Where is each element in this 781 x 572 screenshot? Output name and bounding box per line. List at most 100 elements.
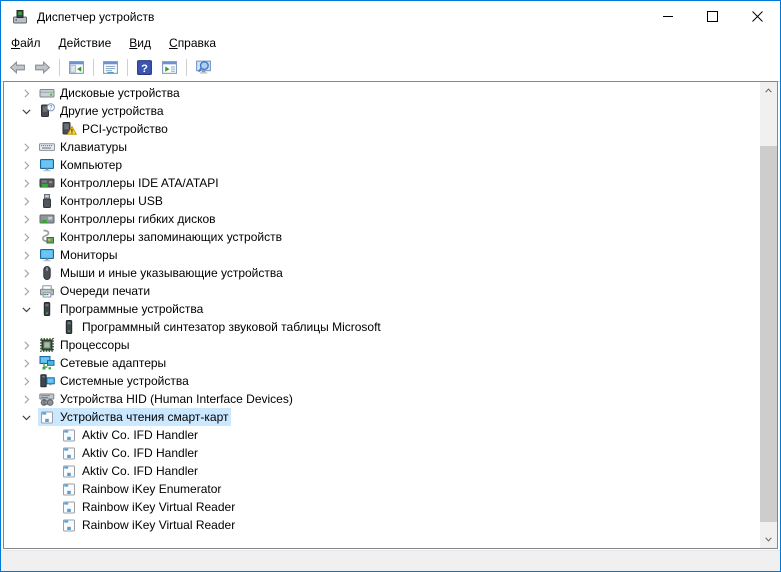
- show-action-pane-button[interactable]: [157, 56, 182, 79]
- forward-button[interactable]: [30, 56, 55, 79]
- tree-item[interactable]: Дисковые устройства: [4, 84, 760, 102]
- twisty-spacer: [40, 517, 56, 533]
- tree-item[interactable]: Программный синтезатор звуковой таблицы …: [4, 318, 760, 336]
- device-manager-icon: [12, 9, 28, 25]
- device-tree-panel: Дисковые устройства Другие устройства PC…: [3, 81, 778, 549]
- twisty-spacer: [40, 319, 56, 335]
- tree-item[interactable]: Мыши и иные указывающие устройства: [4, 264, 760, 282]
- chevron-right-icon[interactable]: [18, 373, 34, 389]
- chevron-right-icon[interactable]: [18, 211, 34, 227]
- scan-hardware-icon: [195, 59, 212, 76]
- close-icon: [752, 11, 763, 22]
- help-icon: [136, 59, 153, 76]
- chevron-right-icon[interactable]: [18, 283, 34, 299]
- tree-item[interactable]: Мониторы: [4, 246, 760, 264]
- chevron-down-icon[interactable]: [18, 103, 34, 119]
- menu-file[interactable]: Файл: [2, 33, 50, 53]
- minimize-button[interactable]: [645, 1, 690, 32]
- scrollbar-thumb[interactable]: [760, 146, 777, 522]
- status-bar: [1, 550, 780, 571]
- twisty-spacer: [40, 445, 56, 461]
- tree-item[interactable]: Компьютер: [4, 156, 760, 174]
- console-tree-icon: [68, 59, 85, 76]
- chevron-right-icon[interactable]: [18, 157, 34, 173]
- chevron-right-icon[interactable]: [18, 247, 34, 263]
- tree-item[interactable]: Сетевые адаптеры: [4, 354, 760, 372]
- title-bar: Диспетчер устройств: [1, 1, 780, 32]
- maximize-button[interactable]: [690, 1, 735, 32]
- chevron-down-icon[interactable]: [18, 301, 34, 317]
- smartcard-reader-icon: [61, 463, 77, 479]
- tree-item[interactable]: Aktiv Co. IFD Handler: [4, 426, 760, 444]
- back-icon: [9, 59, 26, 76]
- tree-item[interactable]: Aktiv Co. IFD Handler: [4, 462, 760, 480]
- tree-item[interactable]: Контроллеры запоминающих устройств: [4, 228, 760, 246]
- smartcard-reader-icon: [61, 517, 77, 533]
- chevron-right-icon[interactable]: [18, 229, 34, 245]
- printer-icon: [39, 283, 55, 299]
- tree-item[interactable]: Очереди печати: [4, 282, 760, 300]
- tree-item[interactable]: Контроллеры IDE ATA/ATAPI: [4, 174, 760, 192]
- tree-item[interactable]: Системные устройства: [4, 372, 760, 390]
- tree-item[interactable]: Процессоры: [4, 336, 760, 354]
- mouse-icon: [39, 265, 55, 281]
- tree-item[interactable]: Клавиатуры: [4, 138, 760, 156]
- chevron-right-icon[interactable]: [18, 85, 34, 101]
- chevron-down-icon[interactable]: [18, 409, 34, 425]
- tree-item[interactable]: Rainbow iKey Virtual Reader: [4, 516, 760, 534]
- tree-item-selected[interactable]: Устройства чтения смарт-карт: [4, 408, 760, 426]
- software-device-icon: [61, 319, 77, 335]
- disk-drive-icon: [39, 85, 55, 101]
- twisty-spacer: [40, 499, 56, 515]
- tree-item[interactable]: Другие устройства: [4, 102, 760, 120]
- toolbar: [1, 54, 780, 82]
- warning-device-icon: [61, 121, 77, 137]
- twisty-spacer: [40, 121, 56, 137]
- action-pane-icon: [161, 59, 178, 76]
- twisty-spacer: [40, 427, 56, 443]
- tree-item[interactable]: Программные устройства: [4, 300, 760, 318]
- chevron-right-icon[interactable]: [18, 355, 34, 371]
- menu-view[interactable]: Вид: [120, 33, 160, 53]
- toolbar-separator: [186, 59, 187, 76]
- menu-action[interactable]: Действие: [50, 33, 121, 53]
- close-button[interactable]: [735, 1, 780, 32]
- menu-help[interactable]: Справка: [160, 33, 225, 53]
- storage-controller-icon: [39, 229, 55, 245]
- chevron-right-icon[interactable]: [18, 391, 34, 407]
- keyboard-icon: [39, 139, 55, 155]
- tree-item[interactable]: Rainbow iKey Virtual Reader: [4, 498, 760, 516]
- smartcard-reader-icon: [61, 499, 77, 515]
- toolbar-separator: [127, 59, 128, 76]
- show-console-tree-button[interactable]: [64, 56, 89, 79]
- tree-item[interactable]: Устройства HID (Human Interface Devices): [4, 390, 760, 408]
- tree-item[interactable]: PCI-устройство: [4, 120, 760, 138]
- help-button[interactable]: [132, 56, 157, 79]
- scroll-down-button[interactable]: [760, 531, 777, 548]
- chevron-right-icon[interactable]: [18, 175, 34, 191]
- scan-hardware-changes-button[interactable]: [191, 56, 216, 79]
- tree-item[interactable]: Контроллеры USB: [4, 192, 760, 210]
- vertical-scrollbar[interactable]: [760, 82, 777, 548]
- toolbar-separator: [93, 59, 94, 76]
- tree-item[interactable]: Rainbow iKey Enumerator: [4, 480, 760, 498]
- properties-button[interactable]: [98, 56, 123, 79]
- scroll-up-button[interactable]: [760, 82, 777, 99]
- chevron-right-icon[interactable]: [18, 337, 34, 353]
- window-title: Диспетчер устройств: [37, 10, 645, 24]
- usb-controller-icon: [39, 193, 55, 209]
- forward-icon: [34, 59, 51, 76]
- processor-icon: [39, 337, 55, 353]
- back-button[interactable]: [5, 56, 30, 79]
- chevron-right-icon[interactable]: [18, 193, 34, 209]
- chevron-right-icon[interactable]: [18, 139, 34, 155]
- tree-item[interactable]: Контроллеры гибких дисков: [4, 210, 760, 228]
- properties-icon: [102, 59, 119, 76]
- tree-item[interactable]: Aktiv Co. IFD Handler: [4, 444, 760, 462]
- chevron-down-icon: [764, 535, 773, 544]
- chevron-right-icon[interactable]: [18, 265, 34, 281]
- ide-controller-icon: [39, 175, 55, 191]
- twisty-spacer: [40, 463, 56, 479]
- computer-icon: [39, 157, 55, 173]
- minimize-icon: [663, 16, 673, 17]
